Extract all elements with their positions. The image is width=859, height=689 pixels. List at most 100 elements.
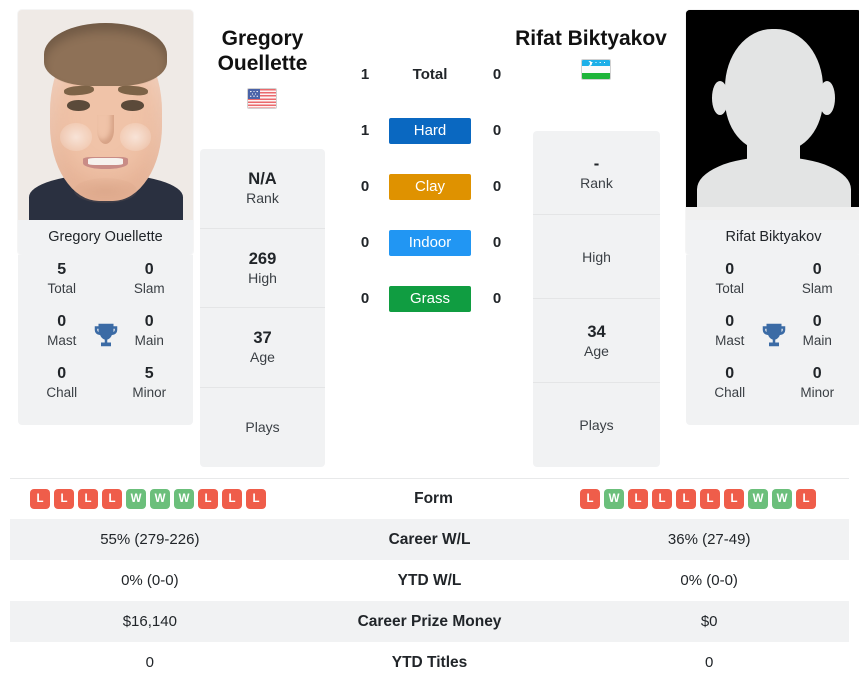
surface-left-value: 0 (360, 234, 370, 251)
info-label: High (582, 248, 611, 265)
surface-label-grass[interactable]: Grass (389, 286, 471, 312)
comparison-header: Gregory Ouellette Rifat Biktyakov Gregor… (0, 0, 859, 470)
left-ytd-titles: 0 (145, 654, 154, 671)
right-ytd-titles: 0 (705, 654, 714, 671)
form-badge-l: L (628, 489, 648, 509)
form-badge-l: L (676, 489, 696, 509)
right-player-info-card: - Rank High 34 Age Plays (533, 131, 660, 467)
stat-label: Slam (801, 281, 833, 296)
right-player-photo (686, 10, 859, 220)
right-player-photo-card[interactable]: Rifat Biktyakov (686, 10, 859, 255)
surface-row-indoor: 0 Indoor 0 (340, 230, 520, 256)
right-career-prize-money: $0 (700, 613, 718, 630)
titles-chall: 0 Chall (18, 363, 106, 415)
info-label: High (248, 269, 277, 286)
surface-right-value: 0 (492, 66, 502, 83)
info-label: Plays (579, 417, 614, 433)
info-value: 269 (248, 249, 277, 268)
right-player-name[interactable]: Rifat Biktyakov (500, 26, 682, 51)
stat-label: Slam (133, 281, 165, 296)
surface-right-value: 0 (492, 290, 502, 307)
form-badge-l: L (222, 489, 242, 509)
row-label-ytd-titles: YTD Titles (391, 653, 468, 671)
right-career-wl: 36% (27-49) (667, 531, 751, 548)
row-label-career-wl: Career W/L (388, 530, 471, 548)
surface-label-indoor[interactable]: Indoor (389, 230, 471, 256)
titles-minor: 0 Minor (774, 363, 859, 415)
surface-label-total: Total (412, 66, 448, 83)
info-value: 34 (587, 322, 606, 341)
surface-row-total: 1 Total 0 (340, 62, 520, 88)
stat-value: 0 (57, 365, 67, 382)
left-player-photo-card[interactable]: Gregory Ouellette (18, 10, 193, 255)
surface-right-value: 0 (492, 178, 502, 195)
left-player-info-card: N/A Rank 269 High 37 Age Plays (200, 149, 325, 467)
form-badge-l: L (102, 489, 122, 509)
left-player-titles-card: 5 Total 0 Slam 0 Mast 0 Main 0 Chall 5 M… (18, 255, 193, 425)
uz-flag-icon (581, 59, 611, 80)
surface-right-value: 0 (492, 234, 502, 251)
right-player-titles-card: 0 Total 0 Slam 0 Mast 0 Main 0 Chall 0 M… (686, 255, 859, 425)
surface-label-hard[interactable]: Hard (389, 118, 471, 144)
form-badge-l: L (198, 489, 218, 509)
left-career-wl: 55% (279-226) (100, 531, 200, 548)
info-cell-rank: - Rank (533, 131, 660, 215)
stat-value: 0 (725, 365, 735, 382)
surface-row-grass: 0 Grass 0 (340, 286, 520, 312)
surface-left-value: 0 (360, 290, 370, 307)
stat-value: 0 (812, 261, 822, 278)
comparison-stats-table: LLLLWWWLLL Form LWLLLLLWWL 55% (279-226)… (10, 478, 849, 683)
left-player-name[interactable]: Gregory Ouellette (190, 26, 335, 76)
stat-label: Total (715, 281, 745, 296)
form-badge-w: W (604, 489, 624, 509)
form-badge-l: L (78, 489, 98, 509)
left-ytd-wl: 0% (0-0) (121, 572, 179, 589)
info-value: 37 (253, 329, 272, 348)
right-form-badges: LWLLLLLWWL (568, 489, 849, 509)
form-badge-w: W (150, 489, 170, 509)
left-player-name-line2: Ouellette (217, 52, 308, 75)
info-cell-plays: Plays (200, 388, 325, 468)
surface-left-value: 1 (360, 66, 370, 83)
form-badge-l: L (652, 489, 672, 509)
row-label-ytd-wl: YTD W/L (397, 571, 462, 589)
stat-label: Minor (800, 385, 835, 400)
player-comparison-page: Gregory Ouellette Rifat Biktyakov Gregor… (0, 0, 859, 689)
info-value: N/A (248, 170, 277, 189)
info-cell-age: 37 Age (200, 308, 325, 388)
trophy-icon (91, 320, 121, 350)
right-player-name-line1: Rifat Biktyakov (515, 27, 667, 50)
stat-value: 5 (57, 261, 67, 278)
us-flag-icon (247, 88, 277, 109)
form-badge-l: L (580, 489, 600, 509)
surface-row-hard: 1 Hard 0 (340, 118, 520, 144)
titles-slam: 0 Slam (774, 259, 859, 311)
info-cell-plays: Plays (533, 383, 660, 467)
left-form-badges: LLLLWWWLLL (10, 489, 299, 509)
form-badge-l: L (724, 489, 744, 509)
info-label: Age (250, 349, 275, 366)
table-row-form: LLLLWWWLLL Form LWLLLLLWWL (10, 478, 849, 519)
titles-chall: 0 Chall (686, 363, 774, 415)
titles-total: 5 Total (18, 259, 106, 311)
stat-value: 0 (725, 261, 735, 278)
stat-label: Chall (46, 385, 78, 400)
info-label: Rank (580, 174, 613, 191)
surface-right-value: 0 (492, 122, 502, 139)
info-label: Plays (245, 419, 280, 436)
surface-label-clay[interactable]: Clay (389, 174, 471, 200)
table-row-ytd-wl: 0% (0-0) YTD W/L 0% (0-0) (10, 560, 849, 601)
form-badge-l: L (54, 489, 74, 509)
form-badge-w: W (772, 489, 792, 509)
right-player-photo-caption: Rifat Biktyakov (686, 220, 859, 255)
info-value: - (593, 154, 600, 173)
table-row-career-prize-money: $16,140 Career Prize Money $0 (10, 601, 849, 642)
surface-left-value: 1 (360, 122, 370, 139)
titles-slam: 0 Slam (106, 259, 194, 311)
table-row-career-wl: 55% (279-226) Career W/L 36% (27-49) (10, 519, 849, 560)
info-cell-high: High (533, 215, 660, 299)
stat-value: 0 (812, 365, 822, 382)
titles-minor: 5 Minor (106, 363, 194, 415)
form-badge-l: L (246, 489, 266, 509)
info-cell-age: 34 Age (533, 299, 660, 383)
